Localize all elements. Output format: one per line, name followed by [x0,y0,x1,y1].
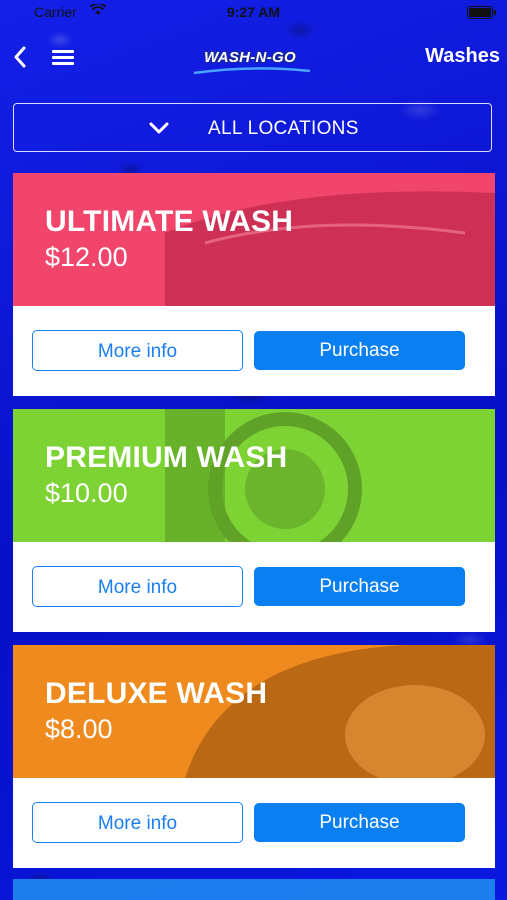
nav-bar: WASH-N-GO Washes [0,30,507,86]
wash-card-premium: PREMIUM WASH $10.00 More info Purchase [13,409,495,632]
battery-icon [467,6,496,19]
page-title: Washes [425,45,500,67]
more-info-button[interactable]: More info [32,330,243,371]
wash-card-partial [13,879,495,900]
wash-card-deluxe: DELUXE WASH $8.00 More info Purchase [13,645,495,868]
more-info-button[interactable]: More info [32,802,243,843]
logo-swoosh [193,67,311,75]
status-time: 9:27 AM [226,4,281,20]
wheel-photo [165,409,362,542]
wash-banner: ULTIMATE WASH $12.00 [13,173,495,306]
wash-name: DELUXE WASH [45,677,268,710]
purchase-button[interactable]: Purchase [254,331,465,370]
more-info-button[interactable]: More info [32,566,243,607]
wash-n-go-logo: WASH-N-GO [190,44,320,78]
tire-photo [185,645,495,778]
purchase-button[interactable]: Purchase [254,567,465,606]
wash-price: $8.00 [45,714,113,744]
car-photo [165,191,495,306]
logo-text: WASH-N-GO [204,49,296,66]
wash-price: $10.00 [45,478,128,508]
status-bar: Carrier 9:27 AM [0,0,507,26]
wash-banner: DELUXE WASH $8.00 [13,645,495,778]
wash-name: ULTIMATE WASH [45,205,294,238]
chevron-left-icon[interactable] [12,45,30,69]
wash-name: PREMIUM WASH [45,441,288,474]
hamburger-menu-icon[interactable] [52,48,74,66]
location-filter-label: ALL LOCATIONS [208,118,359,139]
chevron-down-icon [148,120,170,136]
wash-card-ultimate: ULTIMATE WASH $12.00 More info Purchase [13,173,495,396]
wash-banner: PREMIUM WASH $10.00 [13,409,495,542]
wash-price: $12.00 [45,242,128,272]
location-filter-dropdown[interactable]: ALL LOCATIONS [13,103,492,152]
purchase-button[interactable]: Purchase [254,803,465,842]
